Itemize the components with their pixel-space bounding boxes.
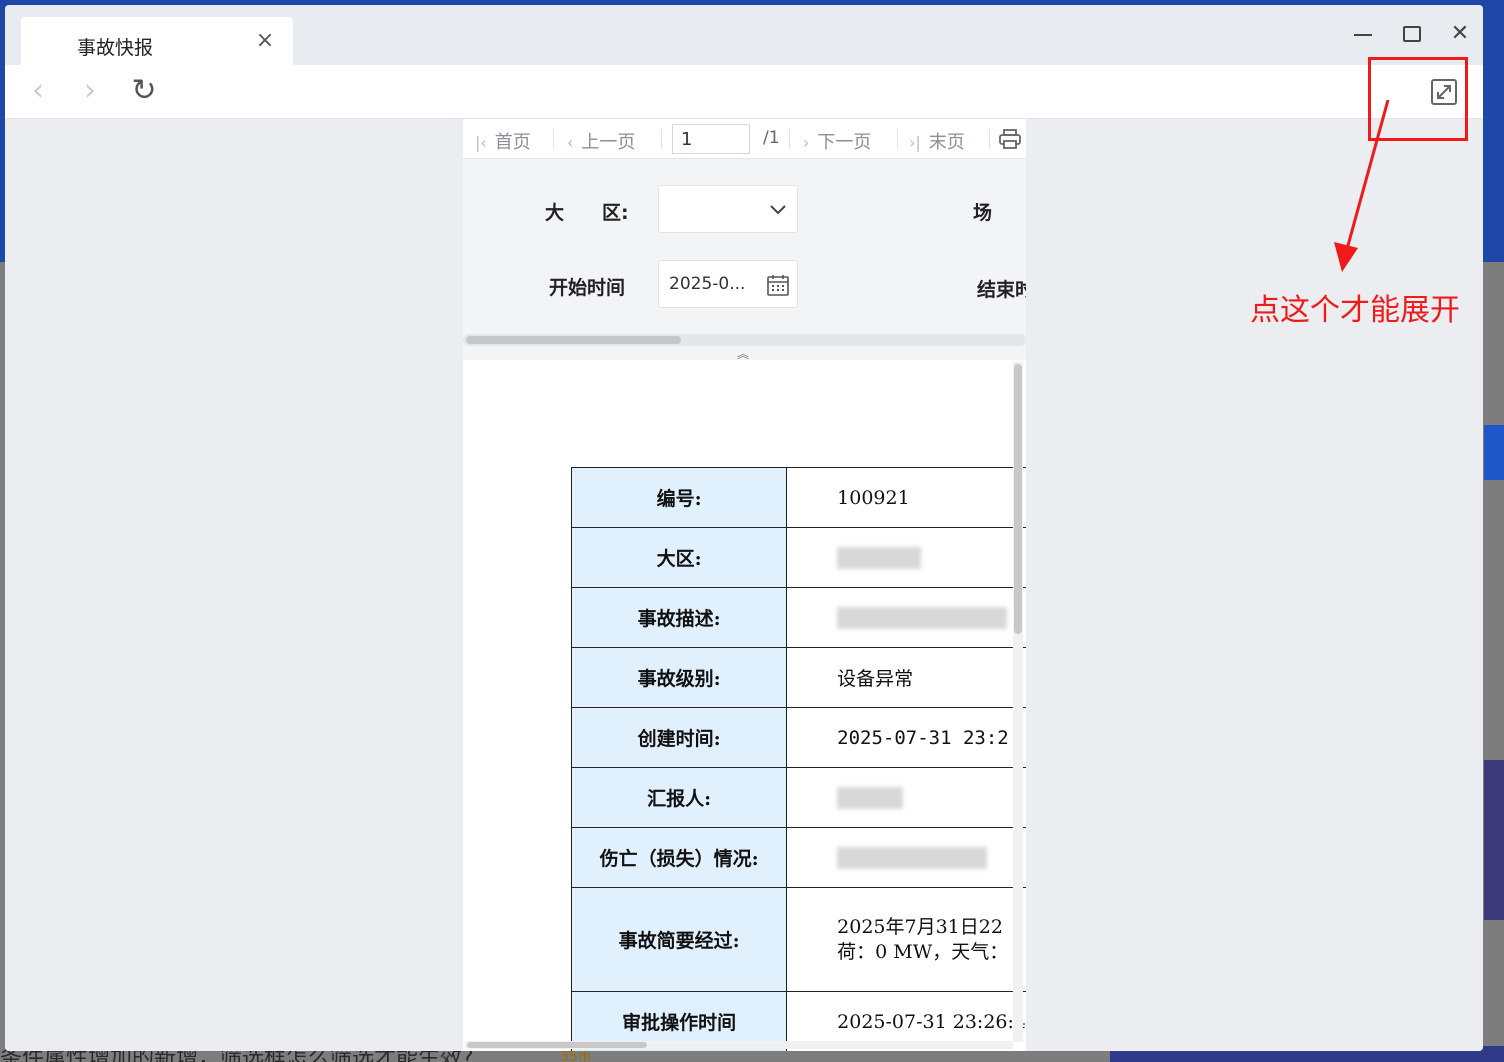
table-row: 大区: bbox=[570, 527, 1026, 588]
divider bbox=[989, 129, 990, 149]
report-vertical-scrollbar[interactable] bbox=[1013, 362, 1023, 1042]
close-window-button[interactable]: ✕ bbox=[1447, 21, 1473, 47]
titlebar: 事故快报 × ✕ bbox=[5, 5, 1483, 67]
tab-close-icon[interactable]: × bbox=[255, 30, 275, 52]
table-row: 事故级别: 设备异常 bbox=[570, 647, 1026, 708]
row-value-multiline: 2025年7月31日22 荷：0 MW，天气： bbox=[786, 887, 1026, 992]
row-value-line: 荷：0 MW，天气： bbox=[837, 940, 1009, 963]
calendar-icon[interactable] bbox=[767, 274, 789, 296]
tab-accident-report[interactable]: 事故快报 × bbox=[21, 17, 293, 67]
page-total: /1 bbox=[763, 128, 780, 148]
last-page-label: 末页 bbox=[928, 132, 965, 153]
query-form: 大 区: 场 运 开始时间 2025-0... bbox=[463, 160, 1026, 328]
table-row: 事故描述: bbox=[570, 587, 1026, 648]
redacted-block bbox=[837, 607, 1008, 629]
row-value-redacted bbox=[786, 767, 1026, 828]
site-label: 场 运 bbox=[973, 202, 1026, 224]
last-page-icon: ›| bbox=[909, 133, 921, 152]
annotation-arrow-icon bbox=[1334, 100, 1390, 272]
row-key: 汇报人: bbox=[570, 767, 788, 828]
start-time-label: 开始时间 bbox=[549, 277, 626, 299]
row-value-redacted bbox=[786, 827, 1026, 888]
divider bbox=[661, 129, 662, 149]
table-row: 汇报人: bbox=[570, 767, 1026, 828]
scrollbar-thumb[interactable] bbox=[467, 1042, 647, 1048]
redacted-block bbox=[837, 787, 904, 809]
chevron-down-icon bbox=[770, 205, 786, 215]
prev-page-label: 上一页 bbox=[581, 132, 636, 153]
row-value-line: 2025年7月31日22 bbox=[837, 915, 1003, 938]
pager-toolbar: |‹ 首页 ‹ 上一页 /1 › 下一页 ›| 末页 bbox=[463, 119, 1026, 159]
row-key: 事故描述: bbox=[570, 587, 788, 648]
row-value: 设备异常 bbox=[786, 647, 1026, 708]
refresh-icon[interactable]: ↻ bbox=[129, 76, 159, 107]
row-value-redacted bbox=[786, 587, 1026, 648]
start-time-value: 2025-0... bbox=[669, 274, 746, 294]
page-number-input[interactable] bbox=[672, 124, 750, 154]
row-key: 事故简要经过: bbox=[570, 887, 788, 992]
tab-title: 事故快报 bbox=[77, 37, 154, 59]
table-row: 伤亡（损失）情况: bbox=[570, 827, 1026, 888]
background-banner bbox=[1484, 760, 1504, 920]
next-page-label: 下一页 bbox=[817, 132, 872, 153]
first-page-button[interactable]: |‹ 首页 bbox=[475, 128, 531, 154]
row-value-redacted bbox=[786, 527, 1026, 588]
redacted-block bbox=[837, 547, 922, 569]
next-page-button[interactable]: › 下一页 bbox=[803, 128, 871, 154]
start-time-input[interactable]: 2025-0... bbox=[658, 260, 798, 308]
accident-table: 编号: 100921 大区: 事故描述: 事故级别: 设备异常 创建时间: 20… bbox=[570, 467, 1026, 1051]
navigation-bar: ‹ › ↻ bbox=[5, 65, 1483, 119]
last-page-button[interactable]: ›| 末页 bbox=[909, 128, 965, 154]
annotation-text: 点这个才能展开 bbox=[1250, 293, 1460, 328]
background-blue-block bbox=[1484, 425, 1504, 480]
row-key: 伤亡（损失）情况: bbox=[570, 827, 788, 888]
minimize-icon bbox=[1354, 34, 1372, 36]
minimize-button[interactable] bbox=[1350, 21, 1376, 47]
prev-page-button[interactable]: ‹ 上一页 bbox=[567, 128, 635, 154]
first-page-icon: |‹ bbox=[475, 133, 487, 152]
prev-page-icon: ‹ bbox=[567, 133, 574, 152]
row-key: 事故级别: bbox=[570, 647, 788, 708]
report-page: 编号: 100921 大区: 事故描述: 事故级别: 设备异常 创建时间: 20… bbox=[463, 360, 1026, 1051]
report-horizontal-scrollbar[interactable] bbox=[465, 1041, 1013, 1049]
row-value: 2025-07-31 23:2 bbox=[786, 707, 1026, 768]
next-page-icon: › bbox=[803, 133, 810, 152]
table-row: 编号: 100921 bbox=[570, 467, 1026, 528]
scrollbar-thumb[interactable] bbox=[466, 336, 681, 344]
divider bbox=[553, 129, 554, 149]
table-row: 事故简要经过: 2025年7月31日22 荷：0 MW，天气： bbox=[570, 887, 1026, 992]
print-icon[interactable] bbox=[999, 129, 1021, 149]
maximize-button[interactable] bbox=[1399, 21, 1425, 47]
row-key: 大区: bbox=[570, 527, 788, 588]
report-window: 事故快报 × ✕ ‹ › ↻ |‹ 首页 ‹ 上一页 /1 › 下一页 bbox=[5, 5, 1483, 1051]
region-label: 大 区: bbox=[545, 202, 629, 224]
back-icon[interactable]: ‹ bbox=[23, 76, 53, 107]
scrollbar-thumb[interactable] bbox=[1014, 364, 1022, 634]
divider bbox=[897, 129, 898, 149]
row-key: 创建时间: bbox=[570, 707, 788, 768]
report-panel: |‹ 首页 ‹ 上一页 /1 › 下一页 ›| 末页 大 区: bbox=[463, 119, 1026, 1051]
row-key: 编号: bbox=[570, 467, 788, 528]
forward-icon[interactable]: › bbox=[75, 76, 105, 107]
row-value: 100921 bbox=[786, 467, 1026, 528]
content-area: |‹ 首页 ‹ 上一页 /1 › 下一页 ›| 末页 大 区: bbox=[5, 119, 1483, 1051]
maximize-icon bbox=[1403, 26, 1421, 42]
table-row: 创建时间: 2025-07-31 23:2 bbox=[570, 707, 1026, 768]
end-time-label: 结束时 bbox=[977, 279, 1026, 301]
region-select[interactable] bbox=[658, 185, 798, 233]
divider bbox=[789, 129, 790, 149]
first-page-label: 首页 bbox=[494, 132, 531, 153]
redacted-block bbox=[837, 847, 988, 869]
